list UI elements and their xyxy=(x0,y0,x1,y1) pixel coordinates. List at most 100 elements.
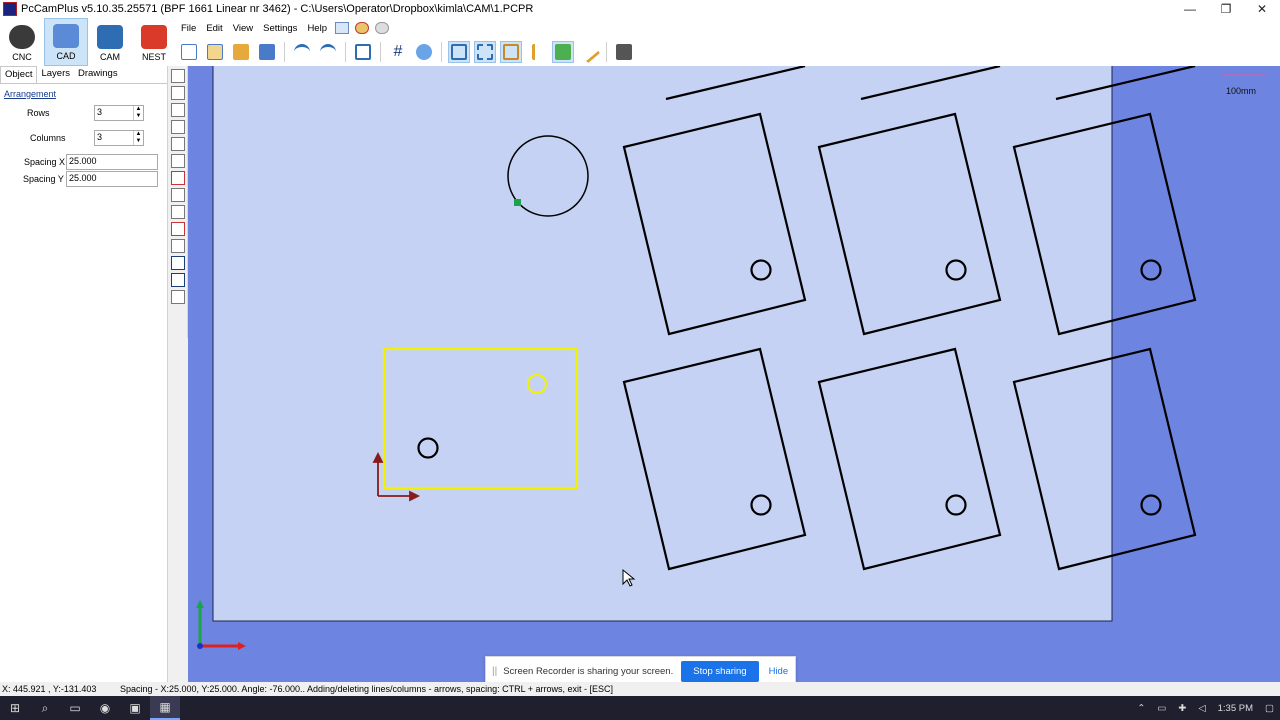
y-axis-arrow xyxy=(196,600,204,608)
nest-icon xyxy=(141,25,167,49)
network-icon[interactable]: ▭ xyxy=(1157,703,1166,714)
tab-layers[interactable]: Layers xyxy=(37,66,74,83)
draw-tool-icon[interactable] xyxy=(171,290,185,304)
layer-button[interactable] xyxy=(552,41,574,63)
rows-value: 3 xyxy=(97,107,103,117)
select-button[interactable] xyxy=(448,41,470,63)
draw-tool-icon[interactable] xyxy=(171,171,185,185)
grid-button[interactable]: # xyxy=(387,41,409,63)
columns-label: Columns xyxy=(30,133,66,143)
mirror-tool-icon[interactable] xyxy=(171,256,185,270)
draw-tool-icon[interactable] xyxy=(171,86,185,100)
drawing-tools-strip xyxy=(168,66,188,338)
undo-icon xyxy=(294,44,310,60)
new-file-button[interactable] xyxy=(178,41,200,63)
import-icon xyxy=(207,44,223,60)
search-icon[interactable]: ⌕ xyxy=(30,696,60,720)
draw-tool-icon[interactable] xyxy=(171,188,185,202)
edit-tool-button[interactable] xyxy=(577,40,601,64)
columns-stepper[interactable]: 3 ▲ ▼ xyxy=(94,130,144,146)
start-icon[interactable]: ⊞ xyxy=(0,696,30,720)
menu-view[interactable]: View xyxy=(233,23,253,34)
close-button[interactable]: ✕ xyxy=(1244,0,1280,18)
draw-tool-icon[interactable] xyxy=(171,273,185,287)
volume-icon[interactable]: ◁ xyxy=(1198,703,1205,714)
cam-icon xyxy=(97,25,123,49)
draw-tool-icon[interactable] xyxy=(171,205,185,219)
spacing-x-field[interactable]: 25.000 xyxy=(66,154,158,170)
redo-button[interactable] xyxy=(317,41,339,63)
machine-button[interactable] xyxy=(613,41,635,63)
chrome-icon[interactable] xyxy=(354,22,369,34)
measure-button[interactable] xyxy=(500,41,522,63)
screen-recorder-icon[interactable]: ▣ xyxy=(120,696,150,720)
draw-tool-icon[interactable] xyxy=(171,137,185,151)
tab-drawings[interactable]: Drawings xyxy=(74,66,122,83)
rows-stepper[interactable]: 3 ▲ ▼ xyxy=(94,105,144,121)
file-explorer-icon[interactable]: ▭ xyxy=(60,696,90,720)
rows-label: Rows xyxy=(27,108,50,118)
snap-icon xyxy=(416,44,432,60)
nodes-icon xyxy=(477,44,493,60)
menu-file[interactable]: File xyxy=(181,23,196,34)
draw-tool-icon[interactable] xyxy=(171,120,185,134)
hide-button[interactable]: Hide xyxy=(769,666,789,677)
start-point-marker xyxy=(514,199,521,206)
save-button[interactable] xyxy=(256,41,278,63)
panel-tabs: Object Layers Drawings xyxy=(0,66,167,84)
select-icon xyxy=(451,44,467,60)
spin-arrows-icon[interactable]: ▲ ▼ xyxy=(133,131,143,145)
mode-nest-button[interactable]: NEST xyxy=(132,18,176,66)
draw-tool-icon[interactable] xyxy=(171,239,185,253)
minimize-button[interactable]: — xyxy=(1172,0,1208,18)
origin-marker xyxy=(197,643,203,649)
draw-tool-icon[interactable] xyxy=(171,69,185,83)
restore-button[interactable]: ❐ xyxy=(1208,0,1244,18)
menu-edit[interactable]: Edit xyxy=(206,23,222,34)
folder-icon xyxy=(233,44,249,60)
tray-app-icon[interactable]: ✚ xyxy=(1178,703,1186,714)
import-button[interactable] xyxy=(204,41,226,63)
drawing-canvas[interactable]: 100mm xyxy=(188,66,1280,682)
tool-path-button[interactable] xyxy=(526,41,548,63)
part-hole xyxy=(1140,494,1162,516)
snap-button[interactable] xyxy=(413,41,435,63)
columns-value: 3 xyxy=(97,132,103,142)
chrome-icon[interactable]: ◉ xyxy=(90,696,120,720)
machine-icon xyxy=(616,44,632,60)
pccamplus-taskbar-icon[interactable]: ▦ xyxy=(150,696,180,720)
menu-bar: File Edit View Settings Help xyxy=(176,18,1280,38)
nodes-button[interactable] xyxy=(474,41,496,63)
menu-settings[interactable]: Settings xyxy=(263,23,297,34)
window-layout-icon[interactable] xyxy=(334,22,349,34)
stop-sharing-button[interactable]: Stop sharing xyxy=(681,661,759,682)
view-3d-button[interactable] xyxy=(352,41,374,63)
spacing-y-field[interactable]: 25.000 xyxy=(66,171,158,187)
mode-cad-button[interactable]: CAD xyxy=(44,18,88,66)
title-bar: PcCamPlus v5.10.35.25571 (BPF 1661 Linea… xyxy=(0,0,1280,18)
spin-arrows-icon[interactable]: ▲ ▼ xyxy=(133,106,143,120)
notifications-icon[interactable]: ▢ xyxy=(1265,703,1274,714)
redo-icon xyxy=(320,44,336,60)
mode-cnc-button[interactable]: CNC xyxy=(0,18,44,66)
drag-handle-icon[interactable]: || xyxy=(492,666,497,677)
draw-tool-icon[interactable] xyxy=(171,103,185,117)
mode-cam-button[interactable]: CAM xyxy=(88,18,132,66)
tab-object[interactable]: Object xyxy=(0,66,38,83)
menu-help[interactable]: Help xyxy=(307,23,327,34)
canvas-drawing: 100mm xyxy=(196,66,1266,650)
save-icon xyxy=(259,44,275,60)
cube-icon xyxy=(355,44,371,60)
undo-button[interactable] xyxy=(291,41,313,63)
part-hole xyxy=(1140,259,1162,281)
cursor-coordinates: X: 445.921 , Y:-131.403 xyxy=(2,684,97,694)
app-icon xyxy=(3,2,17,16)
draw-tool-icon[interactable] xyxy=(171,154,185,168)
share-message: Screen Recorder is sharing your screen. xyxy=(503,666,674,677)
clock[interactable]: 1:35 PM xyxy=(1218,703,1253,714)
text-tool-icon[interactable] xyxy=(171,222,185,236)
gear-icon[interactable] xyxy=(374,22,389,34)
open-button[interactable] xyxy=(230,41,252,63)
tray-chevron-icon[interactable]: ⌃ xyxy=(1137,703,1145,714)
measure-icon xyxy=(503,44,519,60)
